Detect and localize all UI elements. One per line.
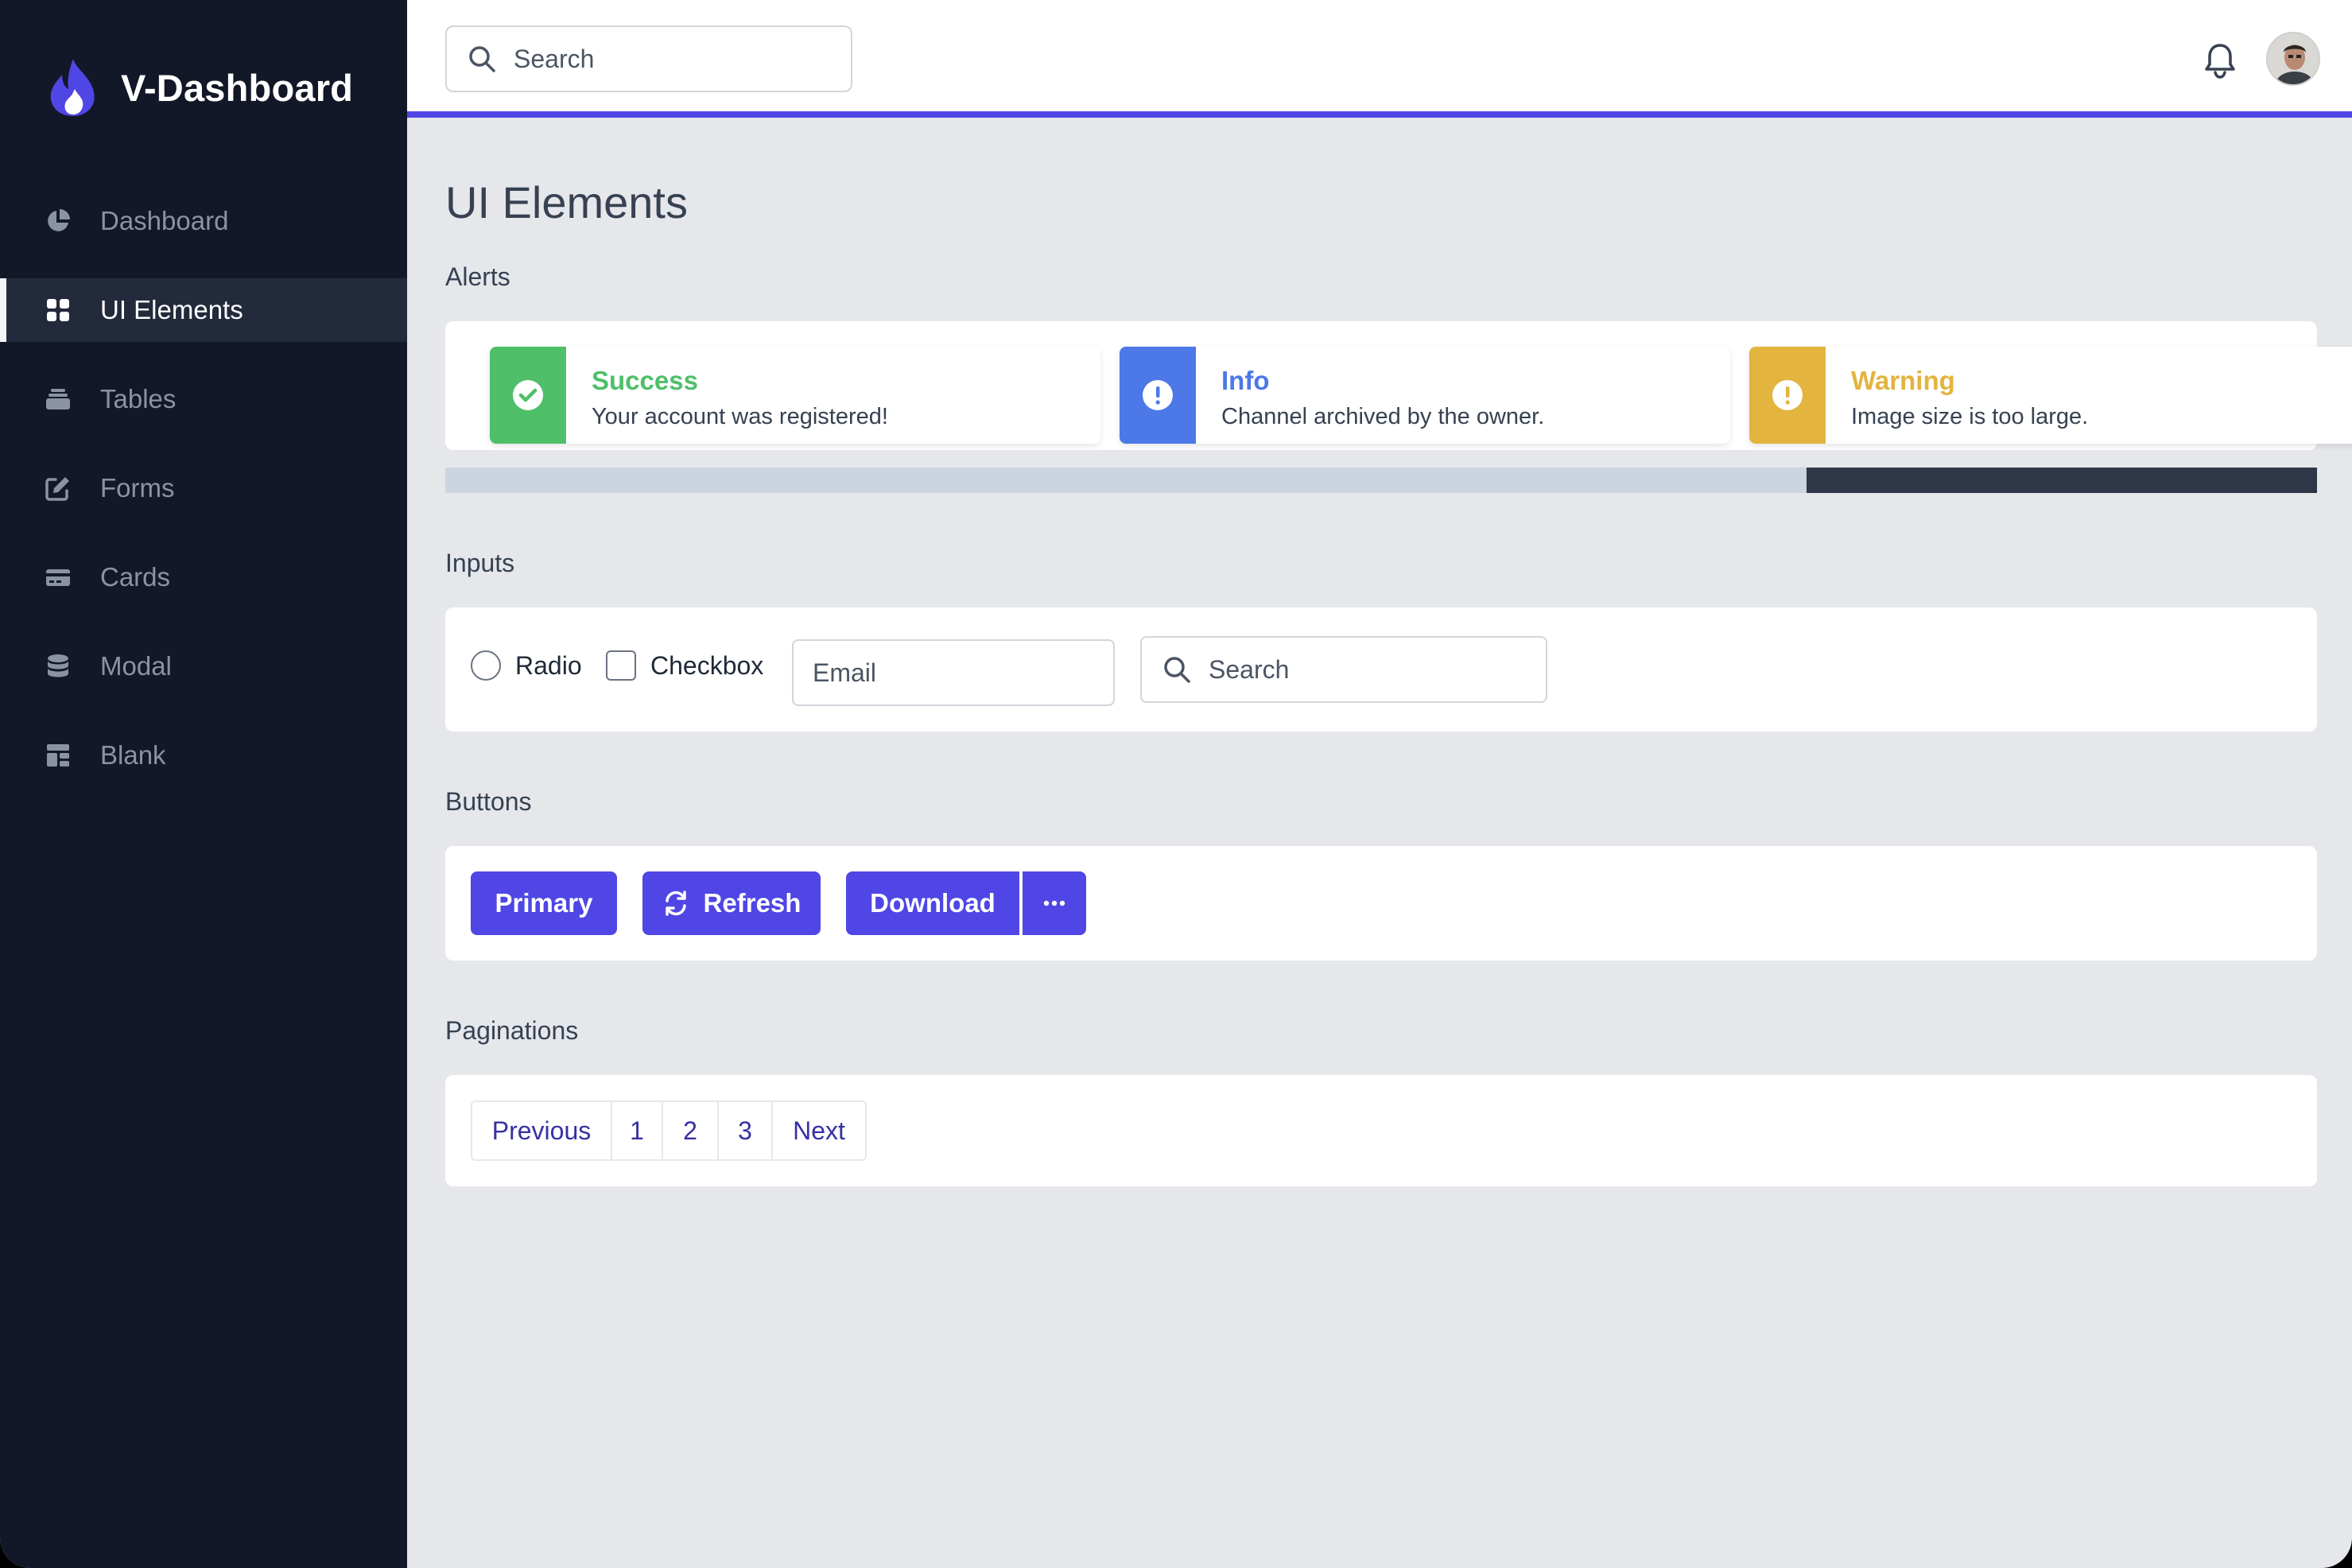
search-icon xyxy=(1164,657,1190,683)
checkbox-option[interactable]: Checkbox xyxy=(606,650,763,681)
alert-text: Image size is too large. xyxy=(1851,404,2089,429)
sidebar-item-ui-elements[interactable]: UI Elements xyxy=(0,278,407,342)
credit-card-icon xyxy=(45,564,72,591)
email-field[interactable] xyxy=(792,639,1115,706)
alert-text: Your account was registered! xyxy=(592,404,888,429)
button-label: Download xyxy=(870,888,996,918)
header-search[interactable] xyxy=(445,25,852,92)
alerts-card: Success Your account was registered! Inf… xyxy=(445,321,2352,450)
edit-icon xyxy=(45,475,72,502)
alert-info: Info Channel archived by the owner. xyxy=(1120,347,1730,444)
exclamation-circle-icon xyxy=(1749,347,1826,444)
checkbox[interactable] xyxy=(606,650,636,681)
exclamation-circle-icon xyxy=(1120,347,1196,444)
section-title-buttons: Buttons xyxy=(445,787,532,816)
button-label: Primary xyxy=(495,888,593,918)
radio-option[interactable]: Radio xyxy=(471,650,582,681)
alert-warning: Warning Image size is too large. xyxy=(1749,347,2352,444)
chart-pie-icon xyxy=(45,208,72,235)
alert-success: Success Your account was registered! xyxy=(490,347,1100,444)
section-title-paginations: Paginations xyxy=(445,1016,579,1045)
sidebar-nav: Dashboard UI Elements Tables Forms Cards… xyxy=(0,189,407,813)
page-title: UI Elements xyxy=(445,177,688,227)
bell-icon[interactable] xyxy=(2203,41,2238,80)
database-icon xyxy=(45,653,72,680)
horizontal-scrollbar[interactable] xyxy=(445,468,2317,493)
section-title-inputs: Inputs xyxy=(445,549,515,577)
more-options-button[interactable] xyxy=(1023,871,1086,935)
ellipsis-icon xyxy=(1043,900,1065,906)
alert-text: Channel archived by the owner. xyxy=(1221,404,1545,429)
pagination-page-3[interactable]: 3 xyxy=(719,1102,773,1159)
inputs-card: Radio Checkbox xyxy=(445,607,2317,732)
pagination-card: Previous 1 2 3 Next xyxy=(445,1075,2317,1186)
refresh-button[interactable]: Refresh xyxy=(642,871,821,935)
sidebar-item-blank[interactable]: Blank xyxy=(0,724,407,787)
refresh-icon xyxy=(665,891,686,916)
section-title-alerts: Alerts xyxy=(445,262,510,291)
sidebar-item-label: UI Elements xyxy=(100,295,243,324)
brand-name: V-Dashboard xyxy=(121,66,354,109)
sidebar-item-dashboard[interactable]: Dashboard xyxy=(0,189,407,253)
search-input[interactable] xyxy=(1209,654,1511,685)
alert-title: Success xyxy=(592,366,698,395)
sidebar-item-label: Forms xyxy=(100,473,175,503)
primary-button[interactable]: Primary xyxy=(471,871,617,935)
sidebar-item-label: Blank xyxy=(100,740,166,770)
radio-button[interactable] xyxy=(471,650,501,681)
app-window: V-Dashboard Dashboard UI Elements Tables xyxy=(0,0,2352,1568)
sidebar-item-modal[interactable]: Modal xyxy=(0,635,407,698)
pagination-next[interactable]: Next xyxy=(773,1102,865,1159)
download-button[interactable]: Download xyxy=(846,871,1019,935)
sidebar-item-cards[interactable]: Cards xyxy=(0,545,407,609)
alert-title: Warning xyxy=(1851,366,1955,395)
check-circle-icon xyxy=(490,347,566,444)
sidebar-item-label: Cards xyxy=(100,562,171,592)
sidebar-item-label: Modal xyxy=(100,651,172,681)
search-icon xyxy=(469,46,495,72)
inbox-stack-icon xyxy=(45,386,72,413)
email-input[interactable] xyxy=(813,658,1091,688)
pagination-previous[interactable]: Previous xyxy=(472,1102,612,1159)
buttons-card: Primary Refresh Download xyxy=(445,846,2317,961)
sidebar: V-Dashboard Dashboard UI Elements Tables xyxy=(0,0,407,1568)
grid-icon xyxy=(45,297,72,324)
header-search-input[interactable] xyxy=(514,44,816,74)
brand[interactable]: V-Dashboard xyxy=(46,57,353,118)
alert-title: Info xyxy=(1221,366,1270,395)
avatar[interactable] xyxy=(2266,32,2320,86)
radio-label: Radio xyxy=(515,650,582,680)
flame-logo-icon xyxy=(50,59,95,116)
search-field[interactable] xyxy=(1140,636,1547,703)
sidebar-item-tables[interactable]: Tables xyxy=(0,367,407,431)
sidebar-item-forms[interactable]: Forms xyxy=(0,456,407,520)
sidebar-item-label: Dashboard xyxy=(100,206,229,235)
sidebar-item-label: Tables xyxy=(100,384,177,413)
topbar xyxy=(407,0,2352,118)
scrollbar-thumb[interactable] xyxy=(1807,468,2317,493)
template-icon xyxy=(45,742,72,769)
checkbox-label: Checkbox xyxy=(650,650,764,680)
pagination-page-2[interactable]: 2 xyxy=(663,1102,719,1159)
pagination-page-1[interactable]: 1 xyxy=(612,1102,663,1159)
pagination: Previous 1 2 3 Next xyxy=(471,1100,867,1161)
button-label: Refresh xyxy=(703,888,801,918)
